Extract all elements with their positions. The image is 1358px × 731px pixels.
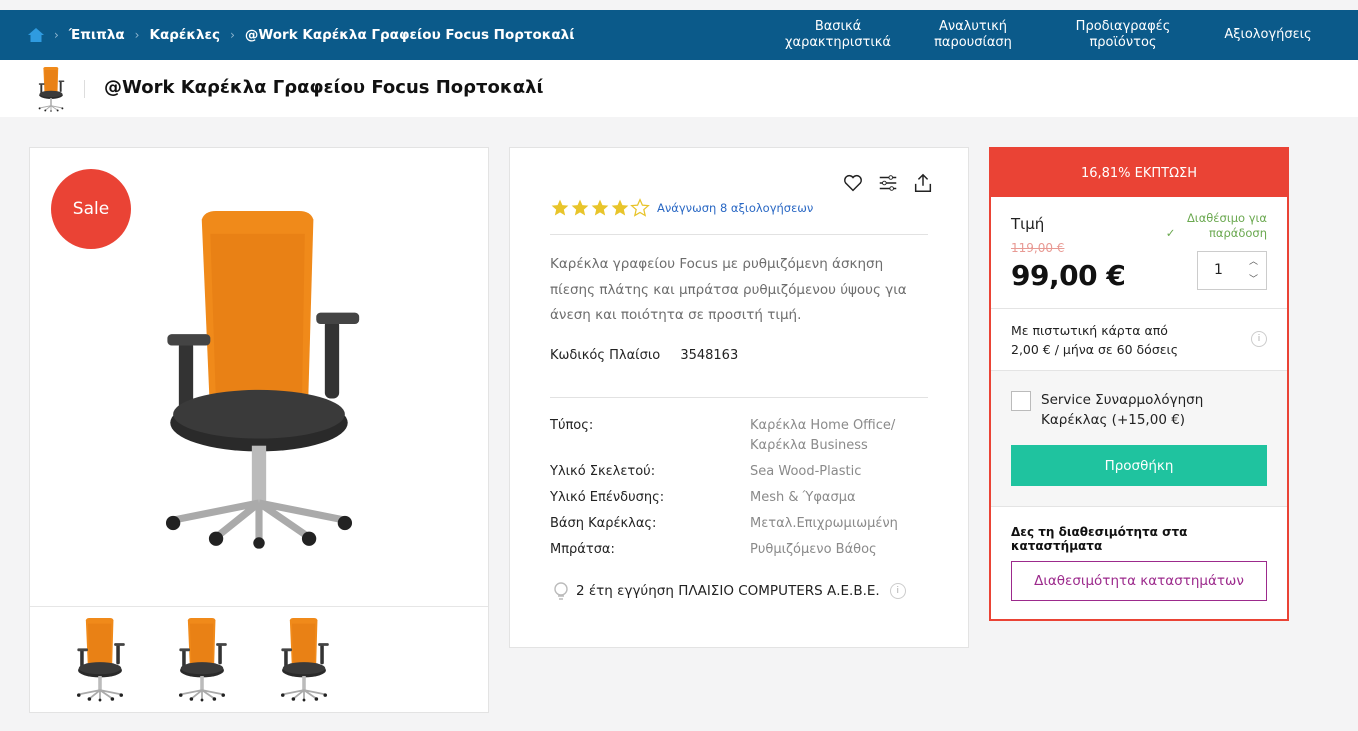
quantity-value[interactable]: 1 (1214, 262, 1223, 278)
assembly-service-label[interactable]: Service Συναρμολόγηση Καρέκλας (+15,00 €… (1041, 390, 1241, 430)
installments-line1: Με πιστωτική κάρτα από (1011, 323, 1168, 338)
star-filled-icon (550, 198, 570, 218)
spec-key: Υλικό Σκελετού: (550, 464, 656, 479)
spec-row: Τύπος: Καρέκλα Home Office/Καρέκλα Busin… (550, 416, 940, 456)
star-filled-icon (610, 198, 630, 218)
section-tabs: Βασικά χαρακτηριστικά Αναλυτική παρουσία… (778, 10, 1358, 60)
product-code-label: Κωδικός Πλαίσιο (550, 348, 661, 363)
breadcrumb-item-chairs[interactable]: Καρέκλες (149, 27, 220, 43)
divider (550, 234, 928, 235)
spec-value: Mesh & Ύφασμα (750, 490, 856, 505)
spec-list: Τύπος: Καρέκλα Home Office/Καρέκλα Busin… (550, 416, 940, 566)
product-details: Ανάγνωση 8 αξιολογήσεων Καρέκλα γραφείου… (509, 147, 969, 648)
spec-value: Μεταλ.Επιχρωμιωμένη (750, 516, 898, 531)
add-to-cart-button[interactable]: Προσθήκη (1011, 445, 1267, 486)
divider (550, 397, 928, 398)
tab-specifications[interactable]: Προδιαγραφές προϊόντος (1048, 10, 1198, 60)
spec-row: Υλικό Σκελετού: Sea Wood-Plastic (550, 462, 940, 482)
product-code-value: 3548163 (680, 348, 739, 363)
breadcrumb-separator: › (230, 28, 235, 42)
gallery-thumbnail[interactable] (258, 613, 350, 705)
star-filled-icon (570, 198, 590, 218)
spec-row: Βάση Καρέκλας: Μεταλ.Επιχρωμιωμένη (550, 514, 940, 534)
gallery-thumbnail[interactable] (54, 613, 146, 705)
price-section: Τιμή ✓ Διαθέσιμο για παράδοση 119,00 € 9… (991, 197, 1287, 309)
spec-key: Βάση Καρέκλας: (550, 516, 657, 531)
breadcrumb-item-current: @Work Καρέκλα Γραφείου Focus Πορτοκαλί (244, 27, 575, 43)
breadcrumb-separator: › (134, 28, 140, 42)
spec-value: Sea Wood-Plastic (750, 464, 862, 479)
breadcrumb-item-furniture[interactable]: Έπιπλα (69, 27, 125, 43)
gallery-thumbnail[interactable] (156, 613, 248, 705)
store-availability-label: Δες τη διαθεσιμότητα στα καταστήματα (1011, 525, 1188, 553)
store-availability: Δες τη διαθεσιμότητα στα καταστήματα Δια… (991, 507, 1287, 601)
product-gallery: Sale (29, 147, 489, 713)
thumbnail-strip (30, 606, 488, 712)
breadcrumb-separator: › (54, 28, 59, 42)
availability-status: ✓ Διαθέσιμο για παράδοση (1166, 211, 1267, 241)
breadcrumb: › Έπιπλα › Καρέκλες › @Work Καρέκλα Γραφ… (28, 10, 574, 60)
warranty-text: 2 έτη εγγύηση ΠΛΑΙΣΙΟ COMPUTERS Α.Ε.Β.Ε. (576, 583, 880, 599)
bulb-icon (554, 582, 568, 600)
spec-value: Καρέκλα Home Office/Καρέκλα Business (750, 418, 896, 453)
assembly-service-checkbox[interactable] (1011, 391, 1031, 411)
rating-stars: Ανάγνωση 8 αξιολογήσεων (550, 198, 813, 218)
spec-key: Υλικό Επένδυσης: (550, 490, 665, 505)
chevron-down-icon[interactable]: ﹀ (1249, 272, 1258, 285)
price-label: Τιμή (1011, 215, 1045, 233)
divider (84, 80, 85, 98)
product-title-bar: @Work Καρέκλα Γραφείου Focus Πορτοκαλί (0, 60, 1358, 117)
compare-icon[interactable] (877, 172, 899, 194)
check-icon: ✓ (1165, 226, 1179, 240)
star-filled-icon (590, 198, 610, 218)
product-thumbnail (32, 66, 70, 112)
service-section: Service Συναρμολόγηση Καρέκλας (+15,00 €… (991, 371, 1287, 507)
tab-overview[interactable]: Αναλυτική παρουσίαση (898, 10, 1048, 60)
info-icon[interactable]: i (1251, 331, 1267, 347)
spec-row: Υλικό Επένδυσης: Mesh & Ύφασμα (550, 488, 940, 508)
sale-badge: Sale (51, 169, 131, 249)
spec-value: Ρυθμιζόμενο Βάθος (750, 542, 877, 557)
product-actions (842, 172, 934, 194)
product-title: @Work Καρέκλα Γραφείου Focus Πορτοκαλί (104, 77, 544, 98)
product-code: Κωδικός Πλαίσιο 3548163 (550, 348, 738, 363)
reviews-link[interactable]: Ανάγνωση 8 αξιολογήσεων (657, 201, 813, 215)
info-icon[interactable]: i (889, 583, 906, 599)
buy-box: 16,81% ΕΚΠΤΩΣΗ Τιμή ✓ Διαθέσιμο για παρά… (989, 147, 1289, 621)
chevron-up-icon[interactable]: ︿ (1249, 254, 1258, 267)
spec-row: Μπράτσα: Ρυθμιζόμενο Βάθος (550, 540, 940, 560)
top-nav-bar: › Έπιπλα › Καρέκλες › @Work Καρέκλα Γραφ… (0, 10, 1358, 60)
home-icon[interactable] (28, 28, 44, 42)
tab-key-features[interactable]: Βασικά χαρακτηριστικά (778, 10, 898, 60)
star-empty-icon (630, 198, 650, 218)
share-icon[interactable] (912, 172, 934, 194)
heart-icon[interactable] (842, 172, 864, 194)
quantity-stepper[interactable]: 1 ︿ ﹀ (1197, 251, 1267, 290)
current-price: 99,00 € (1011, 259, 1126, 292)
discount-banner: 16,81% ΕΚΠΤΩΣΗ (991, 149, 1287, 197)
installments-line2: 2,00 € / μήνα σε 60 δόσεις (1011, 342, 1179, 357)
installments-info: Με πιστωτική κάρτα από 2,00 € / μήνα σε … (991, 309, 1287, 371)
spec-key: Μπράτσα: (550, 542, 615, 557)
product-description: Καρέκλα γραφείου Focus με ρυθμιζόμενη άσ… (550, 256, 907, 323)
tab-reviews[interactable]: Αξιολογήσεις (1198, 10, 1358, 60)
spec-key: Τύπος: (550, 418, 594, 433)
warranty-info: 2 έτη εγγύηση ΠΛΑΙΣΙΟ COMPUTERS Α.Ε.Β.Ε.… (552, 581, 906, 601)
store-availability-button[interactable]: Διαθεσιμότητα καταστημάτων (1011, 561, 1267, 601)
old-price: 119,00 € (1011, 241, 1065, 255)
availability-text: Διαθέσιμο για παράδοση (1186, 211, 1267, 240)
